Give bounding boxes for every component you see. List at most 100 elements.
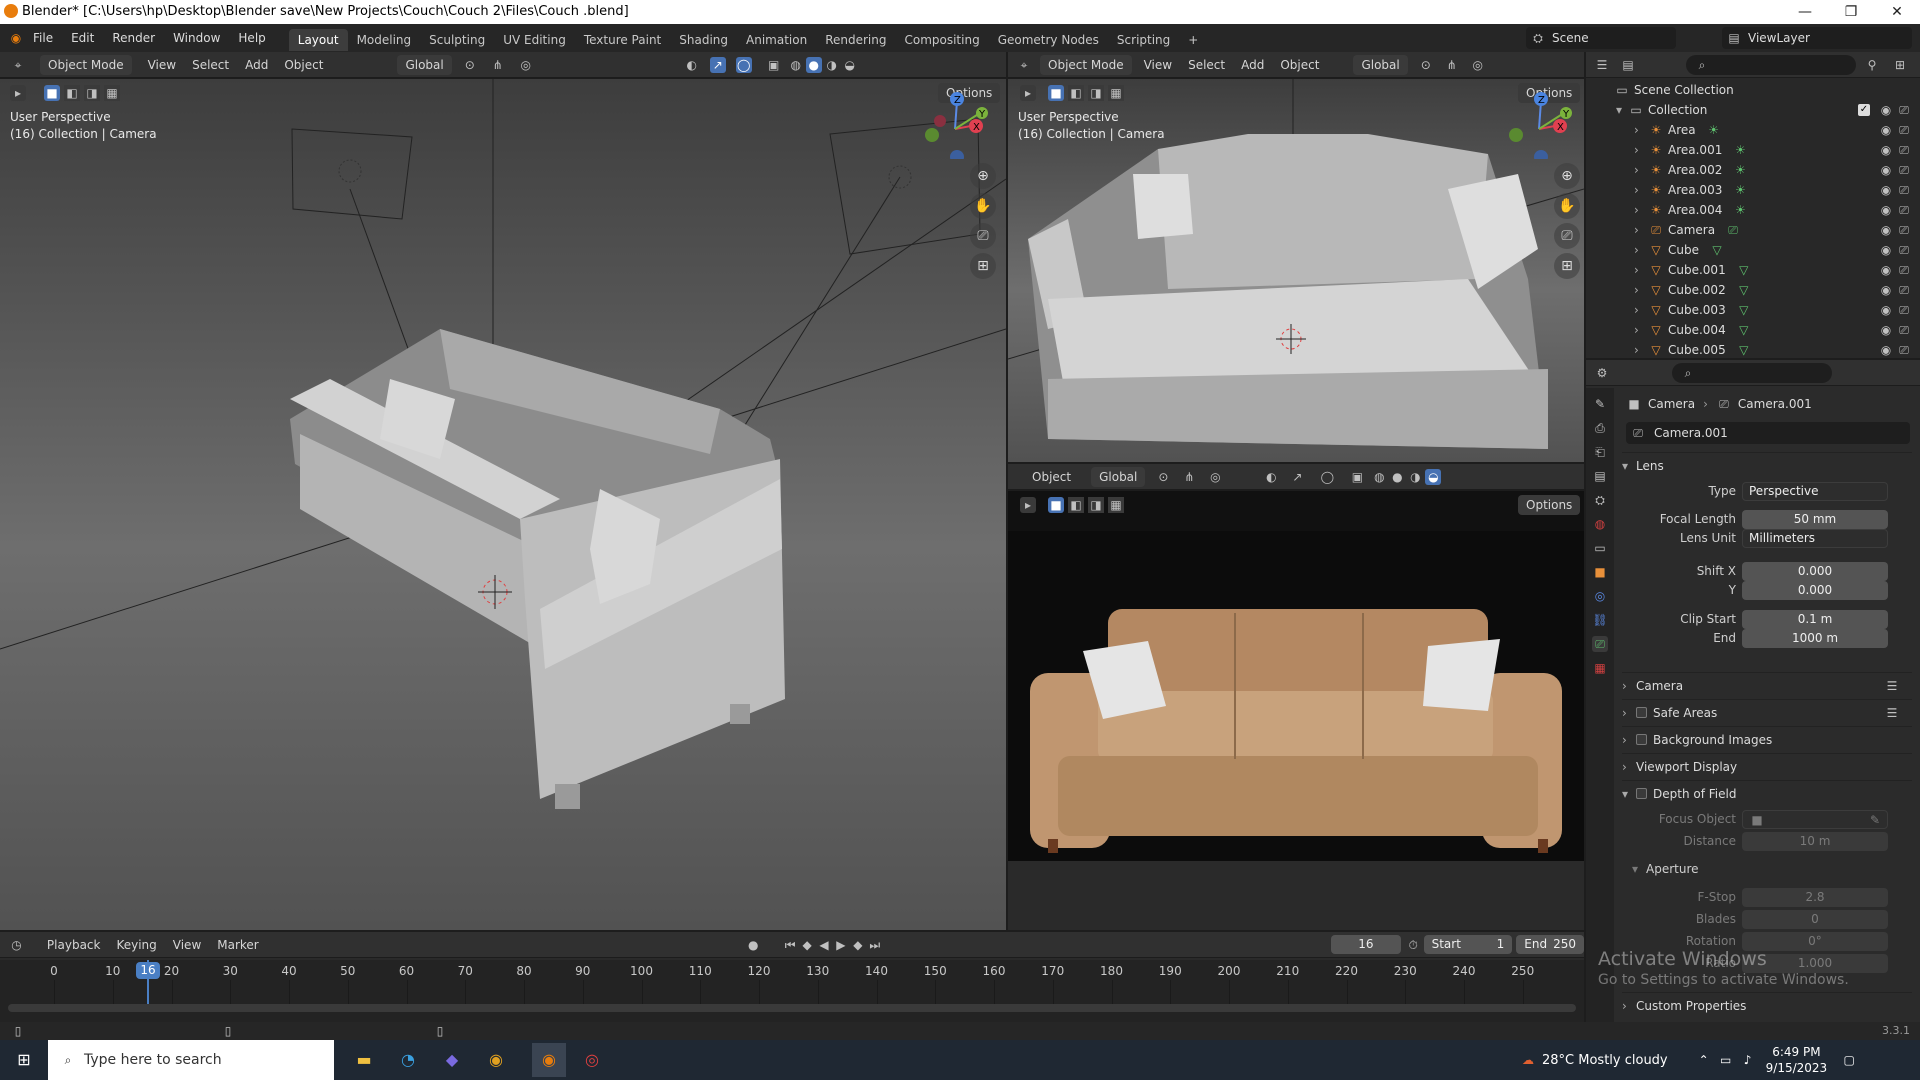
taskbar-search-box[interactable]: ⌕ Type here to search: [48, 1040, 334, 1080]
mesh-data-icon[interactable]: ▽: [1736, 342, 1752, 358]
current-frame-field[interactable]: 16: [1331, 935, 1401, 954]
lens-unit-dropdown[interactable]: Millimeters: [1742, 529, 1888, 548]
eye-icon[interactable]: ◉: [1878, 222, 1894, 238]
select-subtract-icon[interactable]: ◨: [1088, 497, 1104, 513]
pan-hand-icon[interactable]: ✋: [1554, 193, 1580, 219]
eyedropper-icon[interactable]: ✎: [1867, 812, 1883, 828]
orientation-dropdown[interactable]: Global: [397, 54, 452, 75]
custom-properties-panel-header[interactable]: › Custom Properties: [1622, 992, 1912, 1018]
notifications-icon[interactable]: ▢: [1841, 1052, 1857, 1068]
playhead-frame-label[interactable]: 16: [136, 962, 160, 979]
sofa-model[interactable]: [290, 329, 785, 809]
select-intersect-icon[interactable]: ▦: [1108, 497, 1124, 513]
camera-render-icon[interactable]: ⎚: [1896, 282, 1912, 298]
material-shading-icon[interactable]: ◑: [1407, 469, 1423, 485]
light-data-icon[interactable]: ☀: [1706, 122, 1722, 138]
expand-arrow-icon[interactable]: ›: [1634, 240, 1648, 260]
view-layer-tab-icon[interactable]: ▤: [1592, 468, 1608, 484]
solid-shading-icon[interactable]: ●: [805, 56, 822, 73]
snap-icon[interactable]: ⋔: [1181, 469, 1197, 485]
tray-expand-icon[interactable]: ⌃: [1696, 1052, 1712, 1068]
menu-playback[interactable]: Playback: [39, 935, 109, 955]
menu-render[interactable]: Render: [103, 24, 164, 52]
new-collection-icon[interactable]: ⊞: [1892, 57, 1908, 73]
shift-y-field[interactable]: 0.000: [1742, 581, 1888, 600]
outliner-item[interactable]: › ▽ Cube.001 ▽ ◉ ⎚: [1586, 260, 1920, 280]
background-images-checkbox[interactable]: [1636, 734, 1647, 745]
expand-arrow-icon[interactable]: ›: [1634, 180, 1648, 200]
select-new-icon[interactable]: ■: [1048, 497, 1064, 513]
render-tab-icon[interactable]: ⎙: [1592, 420, 1608, 436]
aperture-subpanel-header[interactable]: ▾ Aperture: [1632, 856, 1699, 882]
light-data-icon[interactable]: ☀: [1732, 162, 1748, 178]
eye-icon[interactable]: ◉: [1878, 302, 1894, 318]
snap-icon[interactable]: ⋔: [490, 57, 506, 73]
expand-arrow-icon[interactable]: ›: [1634, 200, 1648, 220]
render-viewport-canvas[interactable]: ▸ ■ ◧ ◨ ▦ Options: [1008, 491, 1584, 930]
start-frame-field[interactable]: Start 1: [1423, 935, 1513, 954]
expand-arrow-icon[interactable]: ›: [1634, 120, 1648, 140]
outliner-item[interactable]: › ▽ Cube.005 ▽ ◉ ⎚: [1586, 340, 1920, 360]
expand-arrow-icon[interactable]: ›: [1634, 260, 1648, 280]
timeline-track-area[interactable]: 0 10 20 30 40 50 60 70 80 90 100 110 120 130 140 150 160…: [0, 960, 1584, 1022]
maximize-button[interactable]: ❐: [1828, 0, 1874, 24]
eye-icon[interactable]: ◉: [1878, 162, 1894, 178]
dof-panel-header[interactable]: ▾ Depth of Field: [1622, 780, 1912, 806]
menu-view[interactable]: View: [165, 935, 209, 955]
rendered-shading-icon[interactable]: ◒: [842, 57, 858, 73]
camera-panel-header[interactable]: › Camera ☰: [1622, 672, 1912, 698]
clock[interactable]: 6:49 PM 9/15/2023: [1766, 1044, 1828, 1076]
blades-field[interactable]: 0: [1742, 910, 1888, 929]
outliner-search[interactable]: ⌕: [1686, 55, 1856, 75]
display-mode-icon[interactable]: ▤: [1620, 57, 1636, 73]
outliner-item[interactable]: › ☀ Area.003 ☀ ◉ ⎚: [1586, 180, 1920, 200]
physics-tab-icon[interactable]: ◎: [1592, 588, 1608, 604]
proportional-edit-icon[interactable]: ◎: [1470, 57, 1486, 73]
file-explorer-icon[interactable]: ▬: [356, 1052, 372, 1068]
gizmo-toggle-icon[interactable]: ↗: [709, 56, 726, 73]
menu-help[interactable]: Help: [229, 24, 274, 52]
menu-select[interactable]: Select: [1180, 55, 1233, 75]
expand-arrow-icon[interactable]: ›: [1634, 320, 1648, 340]
camera-datablock-field[interactable]: ⎚ Camera.001: [1626, 422, 1910, 444]
filter-icon[interactable]: ⚲: [1864, 57, 1880, 73]
visibility-icon[interactable]: ◐: [684, 57, 700, 73]
options-dropdown[interactable]: Options: [1518, 495, 1581, 515]
outliner-item[interactable]: › ☀ Area.004 ☀ ◉ ⎚: [1586, 200, 1920, 220]
ortho-grid-icon[interactable]: ⊞: [1554, 253, 1580, 279]
menu-object[interactable]: Object: [1272, 55, 1327, 75]
outliner-item[interactable]: › ▽ Cube.002 ▽ ◉ ⎚: [1586, 280, 1920, 300]
select-extend-icon[interactable]: ◧: [1068, 497, 1084, 513]
xray-icon[interactable]: ▣: [1349, 469, 1365, 485]
ortho-grid-icon[interactable]: ⊞: [970, 253, 996, 279]
solid-shading-icon[interactable]: ●: [1389, 469, 1405, 485]
weather-text[interactable]: 28°C Mostly cloudy: [1542, 1053, 1668, 1068]
light-data-icon[interactable]: ☀: [1732, 142, 1748, 158]
pivot-icon[interactable]: ⊙: [1155, 469, 1171, 485]
tab-rendering[interactable]: Rendering: [816, 29, 895, 51]
edge-icon[interactable]: ◔: [400, 1052, 416, 1068]
pivot-icon[interactable]: ⊙: [1418, 57, 1434, 73]
camera-render-icon[interactable]: ⎚: [1896, 202, 1912, 218]
expand-arrow-icon[interactable]: ›: [1634, 280, 1648, 300]
outliner-item[interactable]: › ☀ Area.001 ☀ ◉ ⎚: [1586, 140, 1920, 160]
eye-icon[interactable]: ◉: [1878, 202, 1894, 218]
eye-icon[interactable]: ◉: [1878, 102, 1894, 118]
mesh-data-icon[interactable]: ▽: [1736, 262, 1752, 278]
camera-render-icon[interactable]: ⎚: [1896, 342, 1912, 358]
fstop-field[interactable]: 2.8: [1742, 888, 1888, 907]
camera-render-icon[interactable]: ⎚: [1896, 322, 1912, 338]
expand-arrow-icon[interactable]: ›: [1634, 140, 1648, 160]
overlay-toggle-icon[interactable]: ◯: [735, 56, 752, 73]
tab-animation[interactable]: Animation: [737, 29, 816, 51]
mesh-data-icon[interactable]: ▽: [1736, 282, 1752, 298]
tab-shading[interactable]: Shading: [670, 29, 737, 51]
collapse-arrow-icon[interactable]: ▾: [1616, 100, 1628, 120]
xray-icon[interactable]: ▣: [766, 57, 782, 73]
collection-row[interactable]: ▾ ▭ Collection ✓ ◉ ⎚: [1586, 100, 1920, 120]
menu-object[interactable]: Object: [276, 55, 331, 75]
camera-view-icon[interactable]: ⎚: [970, 223, 996, 249]
tab-texture-paint[interactable]: Texture Paint: [575, 29, 670, 51]
clip-start-field[interactable]: 0.1 m: [1742, 610, 1888, 629]
expand-arrow-icon[interactable]: ›: [1634, 340, 1648, 360]
